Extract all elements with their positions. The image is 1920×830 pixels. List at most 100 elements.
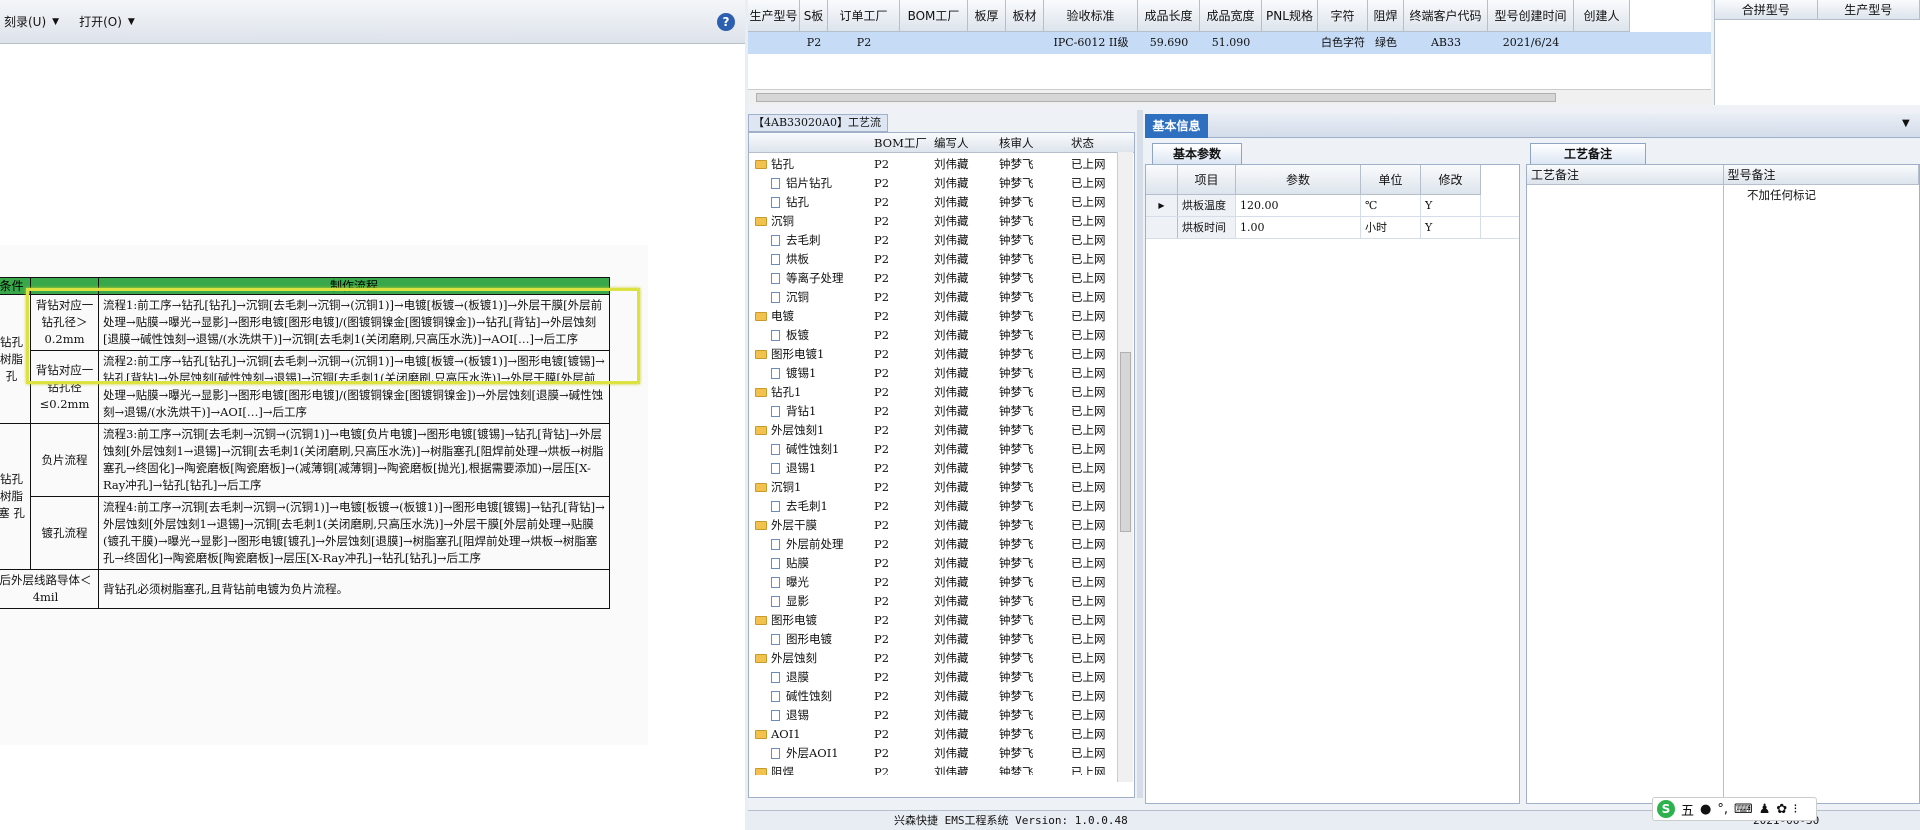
param-row[interactable]: ▶ 烘板温度 120.00 ℃ Y (1146, 195, 1519, 217)
tree-row[interactable]: 板镀 P2 刘伟藏 钟梦飞 已上网 (749, 326, 1119, 345)
tree-row[interactable]: 显影 P2 刘伟藏 钟梦飞 已上网 (749, 592, 1119, 611)
tree-row[interactable]: 烘板 P2 刘伟藏 钟梦飞 已上网 (749, 250, 1119, 269)
process-column-header[interactable]: 编写人 (934, 135, 969, 151)
open-menu[interactable]: 打开(O) ▼ (79, 13, 135, 30)
param-cell-item[interactable]: 烘板时间 (1178, 217, 1236, 238)
param-cell-edit[interactable]: Y (1421, 195, 1481, 216)
param-row[interactable]: 烘板时间 1.00 小时 Y (1146, 217, 1519, 239)
tree-row[interactable]: 阻焊 P2 刘伟藏 钟梦飞 已上网 (749, 763, 1119, 775)
grid-cell[interactable] (1006, 32, 1044, 54)
tree-row[interactable]: 曝光 P2 刘伟藏 钟梦飞 已上网 (749, 573, 1119, 592)
tree-row[interactable]: 外层蚀刻1 P2 刘伟藏 钟梦飞 已上网 (749, 421, 1119, 440)
grid-cell[interactable]: AB33 (1404, 32, 1488, 54)
collapse-icon[interactable]: ▼ (1902, 118, 1910, 129)
process-column-header[interactable]: BOM工厂 (874, 135, 927, 151)
header-unit[interactable]: 单位 (1361, 165, 1421, 195)
tree-row[interactable]: 图形电镀 P2 刘伟藏 钟梦飞 已上网 (749, 611, 1119, 630)
tree-row[interactable]: 碱性蚀刻 P2 刘伟藏 钟梦飞 已上网 (749, 687, 1119, 706)
column-header[interactable]: BOM工厂 (900, 0, 968, 32)
column-header[interactable]: 板材 (1006, 0, 1044, 32)
model-grid-row-selected[interactable]: P2 P2 IPC-6012 II级 59.690 51.090 白色字符 绿色 AB33 20… (748, 32, 1711, 54)
grid-cell[interactable]: 2021/6/24 (1488, 32, 1574, 54)
scroll-thumb[interactable] (756, 93, 1556, 102)
column-header[interactable]: 创建人 (1574, 0, 1630, 32)
grid-cell[interactable]: P2 (828, 32, 900, 54)
tree-row[interactable]: 外层蚀刻 P2 刘伟藏 钟梦飞 已上网 (749, 649, 1119, 668)
ime-toolbar[interactable]: S 五 ● °, ⌨ ♟ ✿ ⁝ (1652, 797, 1817, 821)
header-param[interactable]: 参数 (1236, 165, 1361, 195)
header-edit[interactable]: 修改 (1421, 165, 1481, 195)
moon-icon[interactable]: ● (1700, 802, 1711, 817)
tree-row[interactable]: 铝片钻孔 P2 刘伟藏 钟梦飞 已上网 (749, 174, 1119, 193)
param-cell-item[interactable]: 烘板温度 (1178, 195, 1236, 216)
tab-basic-params[interactable]: 基本参数 (1152, 143, 1242, 164)
tree-row[interactable]: 沉铜 P2 刘伟藏 钟梦飞 已上网 (749, 288, 1119, 307)
tree-row[interactable]: 退锡 P2 刘伟藏 钟梦飞 已上网 (749, 706, 1119, 725)
grid-cell[interactable]: IPC-6012 II级 (1044, 32, 1138, 54)
user-icon[interactable]: ♟ (1759, 802, 1771, 817)
process-column-header[interactable]: 状态 (1071, 135, 1094, 151)
burn-menu[interactable]: 刻录(U) ▼ (4, 13, 59, 30)
param-cell-unit[interactable]: ℃ (1361, 195, 1421, 216)
header-merge-model[interactable]: 合拼型号 (1715, 0, 1818, 20)
param-cell-param[interactable]: 1.00 (1236, 217, 1361, 238)
column-header[interactable]: 成品长度 (1138, 0, 1200, 32)
param-cell-unit[interactable]: 小时 (1361, 217, 1421, 238)
grid-cell[interactable] (900, 32, 968, 54)
grid-cell[interactable] (748, 32, 800, 54)
column-header[interactable]: 成品宽度 (1200, 0, 1262, 32)
model-note-text[interactable]: 不加任何标记 (1725, 187, 1816, 203)
tree-row[interactable]: 退锡1 P2 刘伟藏 钟梦飞 已上网 (749, 459, 1119, 478)
tree-row[interactable]: 去毛刺 P2 刘伟藏 钟梦飞 已上网 (749, 231, 1119, 250)
grid-cell[interactable]: 绿色 (1368, 32, 1404, 54)
help-icon[interactable]: ? (717, 13, 735, 31)
tree-row[interactable]: 沉铜 P2 刘伟藏 钟梦飞 已上网 (749, 212, 1119, 231)
column-header[interactable]: 终端客户代码 (1404, 0, 1488, 32)
tree-row[interactable]: AOI1 P2 刘伟藏 钟梦飞 已上网 (749, 725, 1119, 744)
grid-cell[interactable] (1262, 32, 1318, 54)
skin-icon[interactable]: ✿ (1776, 802, 1787, 817)
column-header[interactable]: 验收标准 (1044, 0, 1138, 32)
param-cell-param[interactable]: 120.00 (1236, 195, 1361, 216)
tree-row[interactable]: 等离子处理 P2 刘伟藏 钟梦飞 已上网 (749, 269, 1119, 288)
tree-row[interactable]: 贴膜 P2 刘伟藏 钟梦飞 已上网 (749, 554, 1119, 573)
sogou-icon[interactable]: S (1657, 800, 1675, 818)
header-item[interactable]: 项目 (1178, 165, 1236, 195)
tree-row[interactable]: 外层AOI1 P2 刘伟藏 钟梦飞 已上网 (749, 744, 1119, 763)
tree-row[interactable]: 钻孔 P2 刘伟藏 钟梦飞 已上网 (749, 193, 1119, 212)
grid-cell[interactable] (1574, 32, 1630, 54)
tree-row[interactable]: 镀锡1 P2 刘伟藏 钟梦飞 已上网 (749, 364, 1119, 383)
tree-row[interactable]: 外层前处理 P2 刘伟藏 钟梦飞 已上网 (749, 535, 1119, 554)
tree-row[interactable]: 退膜 P2 刘伟藏 钟梦飞 已上网 (749, 668, 1119, 687)
tree-row[interactable]: 图形电镀1 P2 刘伟藏 钟梦飞 已上网 (749, 345, 1119, 364)
tree-row[interactable]: 背钻1 P2 刘伟藏 钟梦飞 已上网 (749, 402, 1119, 421)
scroll-thumb[interactable] (1120, 352, 1131, 532)
menu-icon[interactable]: ⁝ (1793, 802, 1797, 817)
model-grid-hscroll[interactable] (748, 89, 1711, 105)
column-header[interactable]: 订单工厂 (828, 0, 900, 32)
header-production-model[interactable]: 生产型号 (1817, 0, 1920, 20)
column-header[interactable]: 阻焊 (1368, 0, 1404, 32)
tree-row[interactable]: 外层干膜 P2 刘伟藏 钟梦飞 已上网 (749, 516, 1119, 535)
craft-note-area[interactable] (1527, 185, 1724, 803)
keyboard-icon[interactable]: ⌨ (1734, 802, 1753, 817)
grid-cell[interactable]: 白色字符 (1318, 32, 1368, 54)
grid-cell[interactable]: P2 (800, 32, 828, 54)
column-header[interactable]: 字符 (1318, 0, 1368, 32)
param-cell-edit[interactable]: Y (1421, 217, 1481, 238)
tree-row[interactable]: 碱性蚀刻1 P2 刘伟藏 钟梦飞 已上网 (749, 440, 1119, 459)
tree-row[interactable]: 沉铜1 P2 刘伟藏 钟梦飞 已上网 (749, 478, 1119, 497)
column-header[interactable]: 板厚 (968, 0, 1006, 32)
tree-row[interactable]: 钻孔1 P2 刘伟藏 钟梦飞 已上网 (749, 383, 1119, 402)
tree-row[interactable]: 钻孔 P2 刘伟藏 钟梦飞 已上网 (749, 155, 1119, 174)
punctuation-icon[interactable]: °, (1717, 802, 1728, 817)
grid-cell[interactable]: 59.690 (1138, 32, 1200, 54)
column-header[interactable]: S板 (800, 0, 828, 32)
tree-row[interactable]: 去毛刺1 P2 刘伟藏 钟梦飞 已上网 (749, 497, 1119, 516)
tree-row[interactable]: 电镀 P2 刘伟藏 钟梦飞 已上网 (749, 307, 1119, 326)
column-header[interactable]: 生产型号 (748, 0, 800, 32)
tab-craft-notes[interactable]: 工艺备注 (1530, 143, 1646, 164)
grid-cell[interactable]: 51.090 (1200, 32, 1262, 54)
process-column-header[interactable]: 核审人 (999, 135, 1034, 151)
process-tree-vscroll[interactable] (1117, 152, 1133, 782)
